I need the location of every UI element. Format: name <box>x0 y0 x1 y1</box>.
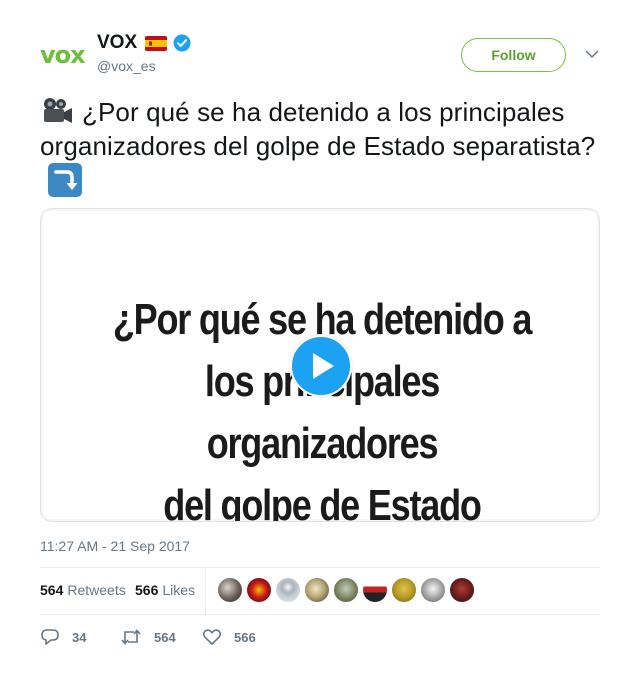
arrow-curving-down-icon <box>48 163 82 197</box>
account-name-row: VOX <box>97 30 191 56</box>
reply-button[interactable]: 34 <box>40 626 86 648</box>
likes-stat-label: Likes <box>162 582 196 598</box>
play-button[interactable] <box>290 335 352 397</box>
play-icon <box>313 353 334 379</box>
likes-stat[interactable]: 566 Likes <box>135 582 195 598</box>
likes-stat-count: 566 <box>135 582 159 598</box>
reply-icon <box>41 629 59 645</box>
avatar[interactable] <box>218 578 242 602</box>
tweet-header: vox VOX @vox_es Follow <box>0 0 640 100</box>
account-handle[interactable]: @vox_es <box>97 58 156 74</box>
video-title-text: ¿Por qué se ha detenido a los principale… <box>93 289 551 522</box>
video-title-line: del golpe de Estado separatista? <box>163 481 482 522</box>
retweet-icon <box>121 629 141 645</box>
retweet-count: 564 <box>154 629 176 645</box>
retweet-button[interactable]: 564 <box>120 626 176 648</box>
like-button[interactable]: 566 <box>202 626 256 648</box>
avatar[interactable] <box>247 578 271 602</box>
avatar[interactable] <box>421 578 445 602</box>
tweet-text: ¿Por qué se ha detenido a los principale… <box>40 95 610 199</box>
spain-flag-icon <box>145 35 168 51</box>
avatar[interactable] <box>276 578 300 602</box>
video-card[interactable]: ¿Por qué se ha detenido a los principale… <box>40 208 600 522</box>
divider <box>40 614 600 615</box>
retweets-stat-count: 564 <box>40 582 64 598</box>
like-count: 566 <box>234 629 256 645</box>
heart-icon <box>202 629 222 645</box>
avatar[interactable] <box>334 578 358 602</box>
avatar[interactable] <box>363 578 387 602</box>
verified-badge-icon <box>173 34 191 52</box>
tweet-body: ¿Por qué se ha detenido a los principale… <box>40 97 596 161</box>
retweets-stat[interactable]: 564 Retweets <box>40 582 126 598</box>
engagement-stats: 564 Retweets 566 Likes <box>40 568 600 614</box>
stats-divider <box>205 568 206 614</box>
chevron-down-icon[interactable] <box>585 48 599 60</box>
tweet-timestamp[interactable]: 11:27 AM - 21 Sep 2017 <box>40 538 190 554</box>
liker-avatars <box>218 578 479 604</box>
reply-count: 34 <box>72 629 87 645</box>
avatar[interactable] <box>305 578 329 602</box>
avatar[interactable] <box>450 578 474 602</box>
account-name[interactable]: VOX <box>97 32 137 54</box>
avatar[interactable] <box>392 578 416 602</box>
retweets-stat-label: Retweets <box>67 582 126 598</box>
movie-camera-icon <box>44 98 72 123</box>
follow-button[interactable]: Follow <box>461 38 566 72</box>
vox-logo[interactable]: vox <box>40 40 90 70</box>
